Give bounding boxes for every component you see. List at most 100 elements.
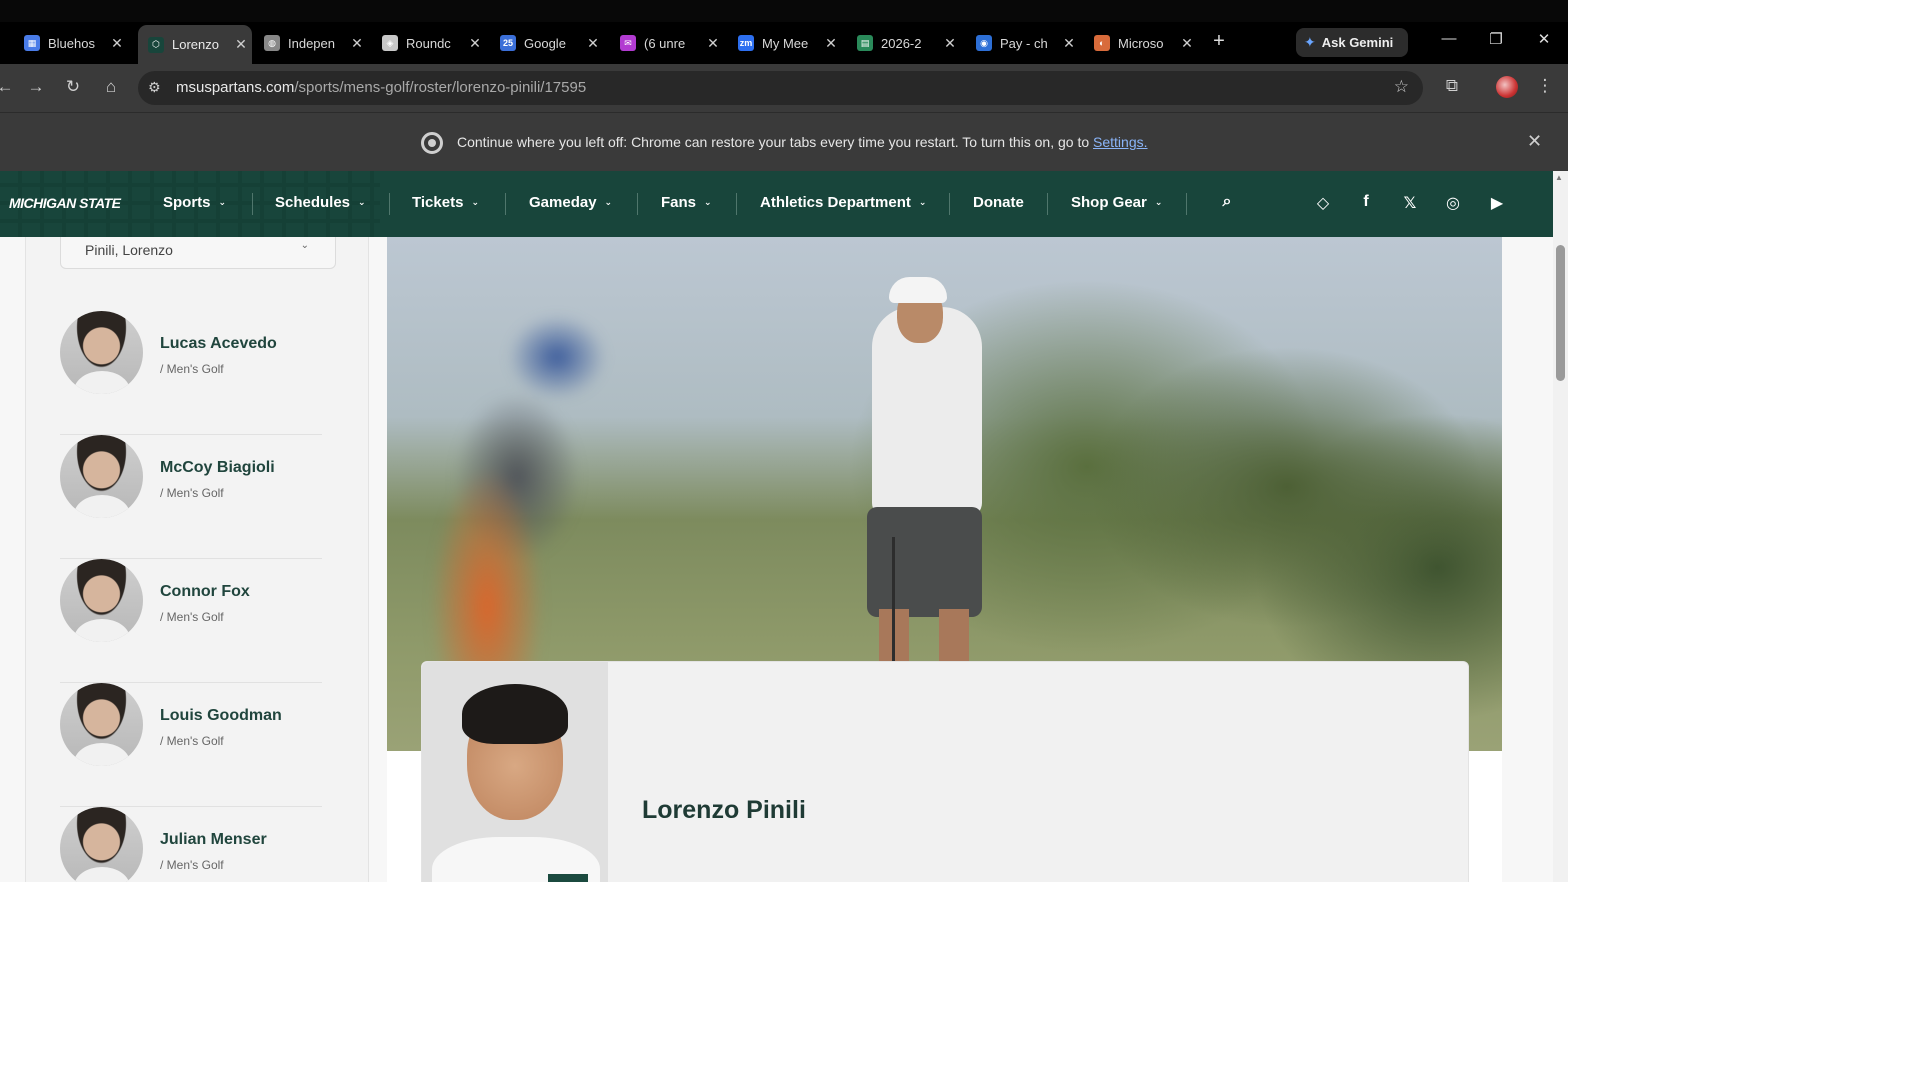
infobar-close-icon[interactable]: ✕ [1527,131,1542,152]
menu-icon[interactable]: ⋮ [1533,76,1557,96]
nav-gameday[interactable]: Gameday ⌄ [529,194,612,211]
ask-gemini-button[interactable]: ✦ Ask Gemini [1296,28,1408,57]
chevron-down-icon: ⌄ [300,240,309,251]
browser-tab[interactable]: zm My Mee ✕ [728,28,842,58]
infobar-text: Continue where you left off: Chrome can … [457,134,1094,150]
player-name-link[interactable]: Julian Menser [160,831,267,849]
roster-select[interactable]: Pinili, Lorenzo ⌄ [60,237,336,269]
browser-tab[interactable]: ◈ Roundc ✕ [372,28,486,58]
roster-sidebar: Pinili, Lorenzo ⌄ Lucas Acevedo / Men's G… [25,237,369,882]
tab-title: Lorenzo [172,37,219,52]
address-bar[interactable]: ⚙ msuspartans.com/sports/mens-golf/roste… [138,71,1423,105]
tab-title: (6 unre [644,35,686,51]
tab-close-icon[interactable]: ✕ [1176,35,1198,52]
avatar-shirt [74,495,130,518]
tab-close-icon[interactable]: ✕ [1058,35,1080,52]
tab-close-icon[interactable]: ✕ [939,35,961,52]
restore-button[interactable]: ❐ [1481,30,1511,48]
x-icon[interactable]: 𝕏 [1399,193,1421,213]
bookmark-star-icon[interactable]: ☆ [1394,77,1409,97]
browser-tab[interactable]: ▤ 2026-2 ✕ [847,28,961,58]
roster-list-item[interactable]: Connor Fox / Men's Golf [60,559,322,683]
tab-title: Roundc [406,35,451,51]
tab-close-icon[interactable]: ✕ [230,36,252,53]
instagram-icon[interactable]: ◎ [1442,193,1464,213]
search-icon[interactable]: ⌕ [1216,193,1238,211]
browser-tab[interactable]: ✉ (6 unre ✕ [610,28,724,58]
roster-select-value: Pinili, Lorenzo [85,242,173,258]
browser-tab[interactable]: ◍ Indepen ✕ [254,28,368,58]
nav-tickets[interactable]: Tickets ⌄ [412,194,479,211]
roster-list-item[interactable]: Louis Goodman / Men's Golf [60,683,322,807]
restore-tabs-infobar: Continue where you left off: Chrome can … [0,112,1568,171]
new-tab-button[interactable]: + [1208,30,1230,53]
roster-list-item[interactable]: Lucas Acevedo / Men's Golf [60,311,322,435]
grid-icon: ▦ [24,35,40,51]
site-settings-icon[interactable]: ⚙ [148,79,161,96]
ticket-icon[interactable]: ◇ [1312,193,1334,213]
settings-link[interactable]: Settings. [1093,134,1147,150]
facebook-icon[interactable]: f [1355,193,1377,211]
page-content: Pinili, Lorenzo ⌄ Lucas Acevedo / Men's G… [0,237,1553,882]
headshot-hair [462,684,568,744]
forward-icon[interactable]: → [25,77,47,97]
avatar-shirt [74,867,130,882]
youtube-icon[interactable]: ▶ [1486,193,1508,213]
infobar-message: Continue where you left off: Chrome can … [457,134,1148,150]
url-text[interactable]: msuspartans.com/sports/mens-golf/roster/… [176,79,586,96]
player-avatar [60,435,143,518]
player-sport: / Men's Golf [160,858,224,872]
gemini-sparkle-icon: ✦ [1304,34,1316,50]
player-name-link[interactable]: Louis Goodman [160,707,282,725]
scrollbar-thumb[interactable] [1556,245,1565,381]
browser-tab[interactable]: ▦ Bluehos ✕ [14,28,128,58]
player-avatar [60,559,143,642]
copilot-icon: ◐ [1094,35,1110,51]
nav-label: Shop Gear [1071,194,1147,211]
bio-card: Lorenzo Pinili [421,661,1469,882]
tab-title: Indepen [288,35,335,51]
back-icon[interactable]: ← [0,77,16,97]
nav-sports[interactable]: Sports ⌄ [163,194,226,211]
scroll-up-icon[interactable]: ▲ [1555,173,1563,182]
player-name-link[interactable]: McCoy Biagioli [160,459,275,477]
nav-divider [637,193,638,215]
minimize-button[interactable]: — [1434,30,1464,47]
tab-close-icon[interactable]: ✕ [582,35,604,52]
tab-close-icon[interactable]: ✕ [702,35,724,52]
tab-close-icon[interactable]: ✕ [464,35,486,52]
profile-avatar[interactable] [1496,76,1518,98]
nav-athletics-department[interactable]: Athletics Department ⌄ [760,194,926,211]
home-icon[interactable]: ⌂ [100,77,122,97]
golfer-cap [889,277,947,303]
nav-fans[interactable]: Fans ⌄ [661,194,712,211]
window-close-button[interactable]: ✕ [1529,30,1559,48]
player-sport: / Men's Golf [160,734,224,748]
chevron-down-icon: ⌄ [358,197,366,207]
tab-close-icon[interactable]: ✕ [106,35,128,52]
site-navigation: MICHIGAN STATE Sports ⌄ Schedules ⌄ Tickets ⌄… [0,171,1568,237]
nav-shop-gear[interactable]: Shop Gear ⌄ [1071,194,1162,211]
tab-close-icon[interactable]: ✕ [820,35,842,52]
browser-tab[interactable]: 25 Google ✕ [490,28,604,58]
nav-divider [389,193,390,215]
tab-close-icon[interactable]: ✕ [346,35,368,52]
roster-list-item[interactable]: McCoy Biagioli / Men's Golf [60,435,322,559]
browser-tab[interactable]: ◐ Microso ✕ [1084,28,1198,58]
page-scrollbar[interactable]: ▲ [1553,171,1568,882]
nav-schedules[interactable]: Schedules ⌄ [275,194,366,211]
michigan-state-logo[interactable]: MICHIGAN STATE [9,195,121,211]
player-name-link[interactable]: Lucas Acevedo [160,335,277,353]
reload-icon[interactable]: ↻ [62,77,84,97]
golfer-leg [939,609,969,669]
browser-tab[interactable]: ◉ Pay - ch ✕ [966,28,1080,58]
nav-divider [736,193,737,215]
nav-donate[interactable]: Donate [973,194,1024,211]
player-name-link[interactable]: Connor Fox [160,583,250,601]
tab-strip: ▦ Bluehos ✕ ⬡ Lorenzo ✕ ◍ Indepen ✕ ◈ Roundc ✕ 25 Goo… [0,0,1568,64]
extensions-icon[interactable]: ⧉ [1440,76,1464,96]
golf-club [892,537,895,667]
url-path: /sports/mens-golf/roster/lorenzo-pinili/… [294,79,587,96]
roster-list-item[interactable]: Julian Menser / Men's Golf [60,807,322,882]
browser-tab[interactable]: ⬡ Lorenzo ✕ [138,25,252,64]
